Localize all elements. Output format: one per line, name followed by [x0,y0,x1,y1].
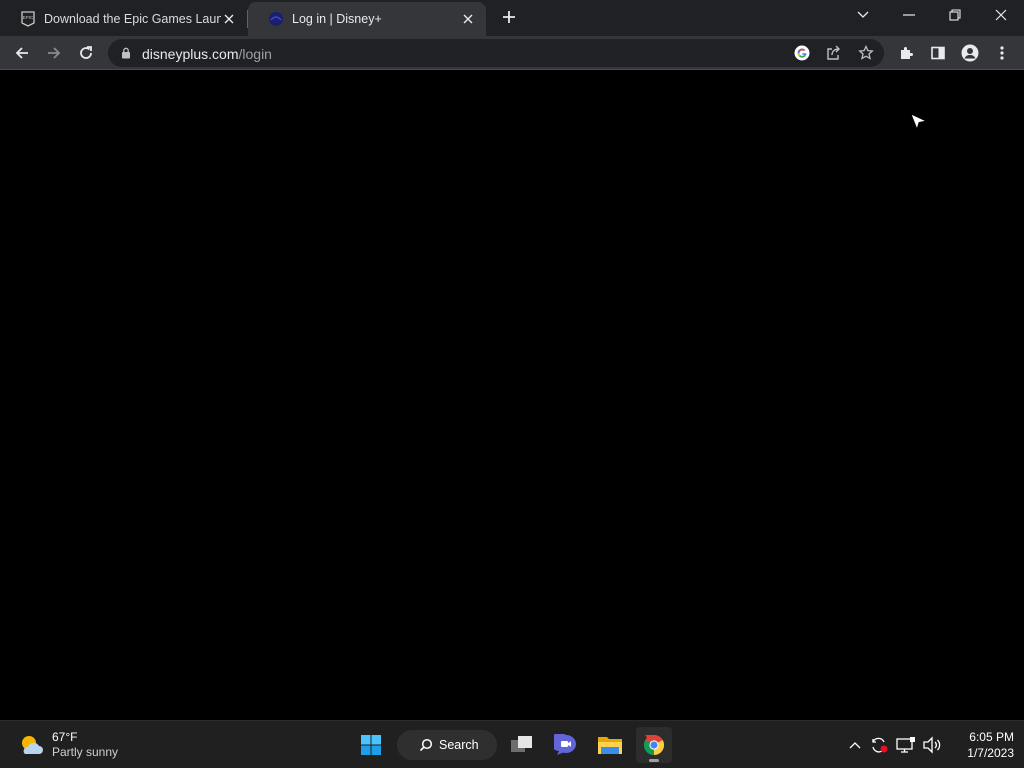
epic-games-icon: EPIC [20,11,36,27]
teams-chat-button[interactable] [548,727,584,763]
reload-button[interactable] [72,39,100,67]
mouse-cursor-icon [910,113,928,131]
teams-chat-icon [554,734,576,755]
profile-button[interactable] [956,39,984,67]
kebab-menu-icon [1000,46,1004,60]
chevron-down-icon [857,11,869,18]
side-panel-icon [931,46,945,60]
restore-icon [949,9,961,21]
tab-strip: EPIC Download the Epic Games Launcher Lo… [0,0,1024,36]
side-panel-button[interactable] [924,39,952,67]
sync-icon [869,737,888,754]
taskbar: 67°F Partly sunny Search 6:05 PM 1/7/202… [0,720,1024,768]
plus-icon [503,11,515,23]
arrow-left-icon [15,47,28,59]
windows-start-icon [361,735,381,755]
puzzle-icon [901,47,913,59]
reload-icon [80,46,92,59]
minimize-icon [903,14,915,16]
avatar-icon [961,44,979,62]
google-translate-icon[interactable] [790,41,814,65]
tab-title: Download the Epic Games Launcher [44,12,221,26]
back-button[interactable] [8,39,36,67]
sync-status-button[interactable] [867,733,891,757]
tab-disney-plus[interactable]: Log in | Disney+ [248,2,486,36]
search-icon [419,738,433,752]
weather-widget[interactable]: 67°F Partly sunny [18,729,118,761]
page-content [0,70,1024,720]
chrome-icon [644,735,664,755]
search-label: Search [439,738,479,752]
svg-text:EPIC: EPIC [23,15,34,20]
close-tab-icon[interactable] [221,11,237,27]
tab-search-button[interactable] [841,0,885,30]
chrome-button[interactable] [636,727,672,763]
file-explorer-icon [598,737,622,754]
minimize-button[interactable] [887,0,931,30]
clock-date: 1/7/2023 [967,746,1014,760]
chevron-up-icon [849,742,861,749]
network-icon [896,737,915,753]
restore-button[interactable] [933,0,977,30]
running-indicator [649,759,659,762]
task-view-icon [511,736,532,752]
lock-icon[interactable] [118,45,134,61]
share-icon[interactable] [822,41,846,65]
file-explorer-button[interactable] [592,727,628,763]
tab-title: Log in | Disney+ [292,12,382,26]
task-view-button[interactable] [504,727,540,763]
weather-temperature: 67°F [52,730,78,744]
clock[interactable]: 6:05 PM 1/7/2023 [948,729,1014,761]
url-text: disneyplus.com/login [142,46,272,62]
forward-button[interactable] [40,39,68,67]
volume-button[interactable] [920,733,944,757]
address-bar[interactable]: disneyplus.com/login [108,39,884,67]
url-host: disneyplus.com [142,46,239,62]
taskbar-search[interactable]: Search [397,730,497,760]
weather-condition: Partly sunny [52,745,119,759]
start-button[interactable] [353,727,389,763]
browser-toolbar: disneyplus.com/login [0,36,1024,70]
menu-button[interactable] [988,39,1016,67]
network-button[interactable] [894,733,918,757]
new-tab-button[interactable] [498,6,520,28]
star-icon[interactable] [854,41,878,65]
extensions-button[interactable] [892,39,920,67]
close-icon [995,9,1007,21]
tab-epic-games[interactable]: EPIC Download the Epic Games Launcher [0,2,247,36]
speaker-icon [923,736,941,754]
arrow-right-icon [48,47,61,59]
show-hidden-icons-button[interactable] [843,733,867,757]
clock-time: 6:05 PM [969,730,1014,744]
close-tab-icon[interactable] [460,11,476,27]
partly-sunny-icon [22,736,43,754]
close-window-button[interactable] [979,0,1023,30]
url-path: /login [238,46,272,62]
disney-plus-icon [268,11,284,27]
